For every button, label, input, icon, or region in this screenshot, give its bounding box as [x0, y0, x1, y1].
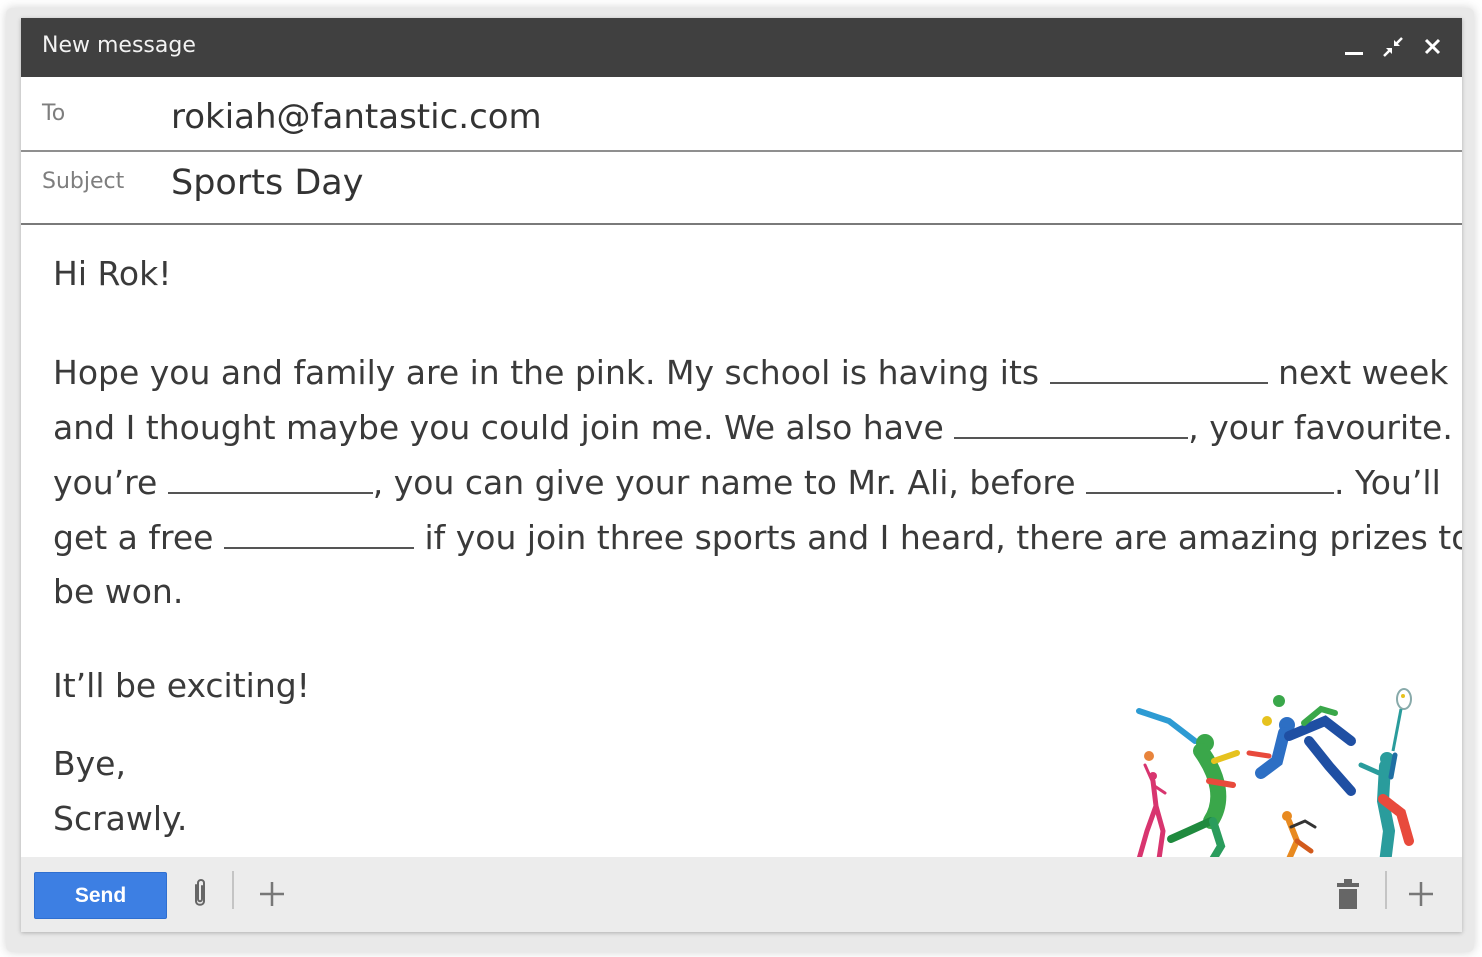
title-bar: New message — [21, 18, 1462, 77]
signature-line: Scrawly. — [53, 799, 188, 838]
body-text: next week — [1267, 353, 1449, 392]
add-icon[interactable] — [1406, 879, 1436, 913]
leaping-player-figure — [1246, 695, 1356, 796]
blank-interested[interactable] — [167, 462, 373, 494]
body-line-1: Hope you and family are in the pink. My … — [53, 352, 1448, 392]
window-title: New message — [42, 33, 196, 58]
closing-line: It’ll be exciting! — [53, 666, 310, 705]
blank-date[interactable] — [1086, 462, 1335, 494]
body-line-2: and I thought maybe you could join me. W… — [53, 407, 1462, 447]
body-text: . You’ll — [1334, 463, 1441, 502]
body-text: and I thought maybe you could join me. W… — [53, 408, 955, 447]
attach-icon[interactable] — [189, 875, 211, 915]
body-text: you’re — [53, 463, 168, 502]
more-options-icon[interactable] — [257, 879, 287, 913]
body-line-3: you’re , you can give your name to Mr. A… — [53, 462, 1441, 502]
greeting-line: Hi Rok! — [53, 254, 172, 293]
send-button[interactable]: Send — [34, 872, 167, 919]
toolbar-divider — [1385, 871, 1387, 909]
body-text: , your favourite. If — [1188, 408, 1462, 447]
volleyball-player-figure — [1136, 751, 1167, 862]
close-icon[interactable] — [1418, 30, 1448, 64]
blank-sport[interactable] — [954, 407, 1189, 439]
to-field[interactable] — [171, 97, 1071, 137]
subject-label: Subject — [42, 169, 125, 194]
body-text: , you can give your name to Mr. Ali, bef… — [372, 463, 1087, 502]
sports-illustration — [1136, 688, 1414, 877]
to-row: To — [21, 77, 1462, 152]
body-line-4: get a free if you join three sports and … — [53, 517, 1462, 557]
body-text: Hope you and family are in the pink. My … — [53, 353, 1050, 392]
toolbar-divider — [232, 871, 234, 909]
body-line-5: be won. — [53, 572, 184, 611]
compose-toolbar: Send — [21, 857, 1462, 932]
subject-row: Subject — [21, 152, 1462, 225]
tennis-player-figure — [1358, 688, 1414, 877]
blank-event[interactable] — [1049, 352, 1268, 384]
minimize-icon[interactable] — [1339, 30, 1369, 64]
trash-icon[interactable] — [1335, 877, 1361, 915]
to-label: To — [42, 101, 66, 126]
compose-window: New message To Subject Hi Rok! — [21, 18, 1462, 932]
body-text: get a free — [53, 518, 224, 557]
body-text: if you join three sports and I heard, th… — [413, 518, 1462, 557]
subject-field[interactable] — [171, 163, 1071, 203]
blank-prize[interactable] — [223, 517, 414, 549]
signoff-line: Bye, — [53, 744, 126, 783]
exit-fullscreen-icon[interactable] — [1378, 30, 1408, 64]
